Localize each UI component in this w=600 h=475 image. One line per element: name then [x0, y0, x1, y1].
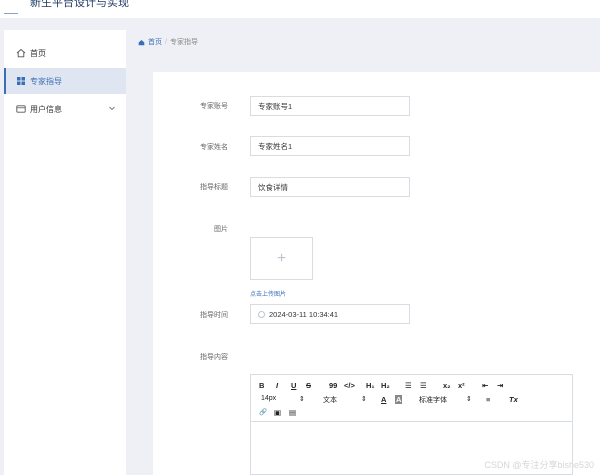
title-label: 指导标题	[200, 184, 228, 191]
title-field[interactable]: 饮食详情	[250, 177, 410, 197]
plus-icon: +	[276, 249, 287, 267]
time-label: 指导时间	[200, 312, 228, 319]
font-size-select[interactable]: 14px	[261, 395, 276, 402]
ordered-list-button[interactable]: ☰	[405, 381, 412, 390]
clock-icon	[258, 310, 265, 318]
heading2-button[interactable]: H₂	[381, 381, 390, 390]
font-color-button[interactable]: A	[381, 395, 386, 404]
name-value: 专家姓名1	[258, 141, 293, 151]
main-content: 首页 / 专家指导 专家账号 专家账号1 专家姓名 专家姓名1 指导标题 饮食详…	[128, 18, 600, 475]
form-panel: 专家账号 专家账号1 专家姓名 专家姓名1 指导标题 饮食详情 图片 + 点击上…	[153, 72, 600, 475]
logo-mark	[4, 13, 18, 14]
home-icon	[16, 48, 26, 58]
bold-button[interactable]: B	[259, 381, 264, 390]
strike-button[interactable]: S	[306, 381, 311, 390]
name-field[interactable]: 专家姓名1	[250, 136, 410, 156]
outdent-button[interactable]: ⇤	[482, 381, 488, 390]
font-family-arrow-icon: ⇕	[466, 396, 472, 403]
insert-image-button[interactable]: ▣	[274, 408, 281, 417]
sidebar: 首页 专家指导 用户信息	[4, 30, 126, 475]
sidebar-item-label: 专家指导	[30, 76, 62, 86]
align-button[interactable]: ≡	[486, 395, 490, 404]
sidebar-item-label: 用户信息	[30, 104, 62, 114]
superscript-button[interactable]: x²	[458, 381, 465, 390]
text-type-arrow-icon: ⇕	[361, 396, 367, 403]
account-label: 专家账号	[200, 103, 228, 110]
subscript-button[interactable]: x₂	[443, 381, 451, 390]
home-icon	[138, 39, 145, 45]
image-upload-button[interactable]: +	[250, 237, 313, 280]
underline-button[interactable]: U	[291, 381, 296, 390]
font-family-select[interactable]: 标准字体	[419, 395, 447, 405]
account-field[interactable]: 专家账号1	[250, 96, 410, 116]
clear-format-button[interactable]: Tx	[509, 395, 518, 404]
content-label: 指导内容	[200, 354, 228, 361]
link-button[interactable]: 🔗	[259, 408, 267, 416]
chevron-down-icon	[109, 106, 115, 111]
font-size-arrow-icon: ⇕	[299, 396, 305, 403]
background-color-button[interactable]: A	[395, 395, 403, 404]
breadcrumb-home[interactable]: 首页	[148, 37, 162, 47]
sidebar-item-home[interactable]: 首页	[4, 40, 126, 66]
sidebar-item-expert-guidance[interactable]: 专家指导	[4, 68, 126, 94]
text-type-select[interactable]: 文本	[323, 395, 337, 405]
grid-icon	[17, 77, 25, 85]
blockquote-button[interactable]: 99	[329, 381, 337, 390]
time-value: 2024-03-11 10:34:41	[269, 309, 339, 319]
time-field[interactable]: 2024-03-11 10:34:41	[250, 304, 410, 324]
upload-hint[interactable]: 点击上传图片	[250, 289, 286, 298]
account-value: 专家账号1	[258, 101, 293, 111]
italic-button[interactable]: I	[276, 381, 278, 390]
breadcrumb-separator: /	[165, 38, 167, 46]
breadcrumb-current: 专家指导	[169, 39, 198, 46]
name-label: 专家姓名	[200, 144, 228, 151]
bullet-list-button[interactable]: ☰	[420, 381, 427, 390]
breadcrumb: 首页 / 专家指导	[138, 37, 198, 47]
app-title: 新生平台设计与实现	[30, 0, 129, 9]
image-label: 图片	[214, 226, 228, 233]
watermark: CSDN @专注分享bishe530	[484, 460, 594, 470]
indent-button[interactable]: ⇥	[497, 381, 503, 390]
user-card-icon	[16, 105, 26, 113]
top-bar: 新生平台设计与实现	[0, 0, 600, 18]
sidebar-item-user-info[interactable]: 用户信息	[4, 96, 126, 122]
editor-toolbar: B I U S 99 </> H₁ H₂ ☰ ☰ x₂ x² ⇤ ⇥ 14px …	[251, 375, 572, 422]
title-value: 饮食详情	[258, 182, 288, 192]
code-block-button[interactable]: </>	[344, 381, 355, 390]
heading1-button[interactable]: H₁	[366, 381, 375, 390]
insert-video-button[interactable]: ▤	[289, 408, 296, 417]
sidebar-item-label: 首页	[30, 48, 46, 58]
